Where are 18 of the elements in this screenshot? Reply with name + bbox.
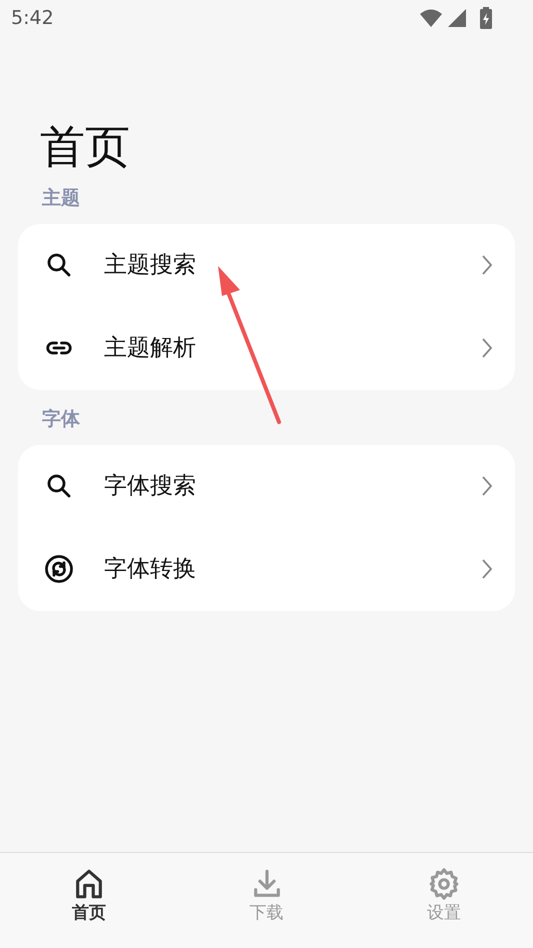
menu-item[interactable]: 字体搜索 — [18, 444, 515, 528]
page-title: 首页 — [40, 124, 131, 169]
section-header: 主题 — [42, 187, 81, 210]
nav-tab[interactable]: 首页 — [0, 853, 178, 948]
wifi-icon — [419, 8, 443, 28]
signal-icon — [447, 8, 467, 28]
section-header: 字体 — [42, 408, 81, 431]
chevron-icon — [481, 254, 493, 276]
sync-icon — [44, 554, 74, 584]
chevron-icon — [481, 558, 493, 580]
chevron-icon — [481, 337, 493, 360]
chevron-icon — [481, 475, 493, 498]
menu-item[interactable]: 主题搜索 — [18, 224, 515, 307]
status-time: 5:42 — [11, 6, 54, 31]
menu-item[interactable]: 主题解析 — [18, 306, 515, 390]
menu-item[interactable]: 字体转换 — [18, 528, 515, 611]
settings-icon — [427, 867, 462, 901]
battery-icon — [479, 7, 493, 29]
